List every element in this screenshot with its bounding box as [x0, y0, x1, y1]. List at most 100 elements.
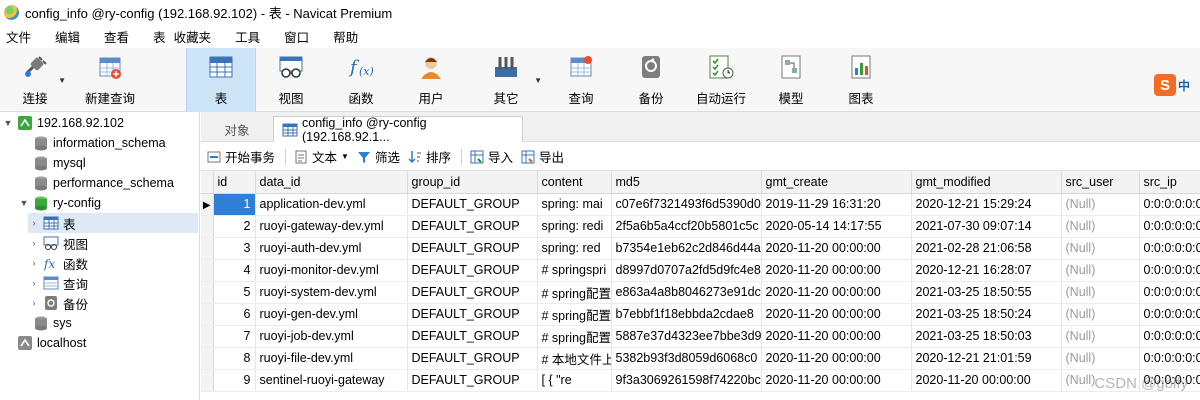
tree-server-192[interactable]: ▼ 192.168.92.102: [2, 113, 198, 133]
table-cell[interactable]: 2021-03-25 18:50:55: [911, 281, 1062, 304]
table-cell[interactable]: 2020-12-21 21:01:59: [911, 347, 1062, 370]
table-cell[interactable]: DEFAULT_GROUP: [407, 347, 538, 370]
table-cell[interactable]: # spring配置: [537, 325, 612, 348]
table-cell[interactable]: d8997d0707a2fd5d9fc4e8: [611, 259, 762, 282]
chevron-down-icon[interactable]: ▼: [58, 76, 66, 85]
row-selector[interactable]: [201, 215, 214, 238]
table-cell[interactable]: DEFAULT_GROUP: [407, 215, 538, 238]
menu-table[interactable]: 表: [153, 27, 166, 46]
table-cell[interactable]: 2021-03-25 18:50:24: [911, 303, 1062, 326]
table-cell[interactable]: ruoyi-job-dev.yml: [255, 325, 408, 348]
table-cell[interactable]: # springspri: [537, 259, 612, 282]
export-button[interactable]: 导出: [521, 147, 564, 166]
column-header-md5[interactable]: md5: [611, 171, 762, 194]
tree-db-information-schema[interactable]: information_schema: [18, 133, 166, 153]
table-cell[interactable]: ruoyi-system-dev.yml: [255, 281, 408, 304]
table-cell[interactable]: (Null): [1061, 325, 1140, 348]
table-cell[interactable]: 3: [213, 237, 256, 260]
table-row[interactable]: 4 ruoyi-monitor-dev.yml DEFAULT_GROUP # spr…: [201, 259, 1200, 282]
table-cell[interactable]: 0:0:0:0:0:0: [1139, 347, 1200, 370]
table-cell[interactable]: 2020-12-21 16:28:07: [911, 259, 1062, 282]
expand-arrow-icon[interactable]: ▼: [18, 198, 30, 208]
filter-button[interactable]: 筛选: [357, 147, 400, 166]
table-cell[interactable]: sentinel-ruoyi-gateway: [255, 369, 408, 392]
table-cell[interactable]: spring: mai: [537, 193, 612, 216]
model-button[interactable]: 模型: [756, 48, 826, 112]
other-button[interactable]: 其它 ▼: [466, 48, 546, 112]
table-row[interactable]: 3 ruoyi-auth-dev.yml DEFAULT_GROUP spring: …: [201, 237, 1200, 260]
table-cell[interactable]: ruoyi-auth-dev.yml: [255, 237, 408, 260]
table-cell[interactable]: 2: [213, 215, 256, 238]
function-button[interactable]: f (x) 函数: [326, 48, 396, 112]
new-query-button[interactable]: 新建查询: [70, 48, 150, 112]
current-row-pointer-icon[interactable]: ▶: [201, 193, 214, 216]
import-button[interactable]: 导入: [470, 147, 513, 166]
table-cell[interactable]: c07e6f7321493f6d5390d0: [611, 193, 762, 216]
table-cell[interactable]: (Null): [1061, 347, 1140, 370]
menu-tools[interactable]: 工具: [235, 27, 260, 46]
menu-file[interactable]: 文件: [6, 27, 31, 46]
table-cell[interactable]: (Null): [1061, 237, 1140, 260]
menu-help[interactable]: 帮助: [333, 27, 358, 46]
tree-node-views[interactable]: › 视图: [28, 233, 88, 253]
table-cell[interactable]: 0:0:0:0:0:0: [1139, 193, 1200, 216]
table-cell[interactable]: 2021-07-30 09:07:14: [911, 215, 1062, 238]
tree-server-localhost[interactable]: localhost: [2, 333, 86, 353]
column-header-content[interactable]: content: [537, 171, 612, 194]
table-cell[interactable]: 2020-11-20 00:00:00: [761, 303, 912, 326]
tab-config-info[interactable]: config_info @ry-config (192.168.92.1...: [273, 116, 523, 144]
column-header-data-id[interactable]: data_id: [255, 171, 408, 194]
table-cell[interactable]: 0:0:0:0:0:0: [1139, 281, 1200, 304]
text-button[interactable]: 文本 ▼: [294, 147, 349, 166]
table-cell[interactable]: DEFAULT_GROUP: [407, 237, 538, 260]
tree-node-tables[interactable]: › 表: [28, 213, 198, 233]
table-cell[interactable]: 2020-11-20 00:00:00: [761, 281, 912, 304]
table-cell[interactable]: DEFAULT_GROUP: [407, 281, 538, 304]
column-header-gmt-modified[interactable]: gmt_modified: [911, 171, 1062, 194]
table-cell[interactable]: ruoyi-file-dev.yml: [255, 347, 408, 370]
query-button[interactable]: 查询: [546, 48, 616, 112]
column-header-id[interactable]: id: [213, 171, 256, 194]
table-cell[interactable]: (Null): [1061, 193, 1140, 216]
backup-button[interactable]: 备份: [616, 48, 686, 112]
table-cell[interactable]: b7ebbf1f18ebbda2cdae8: [611, 303, 762, 326]
row-selector[interactable]: [201, 369, 214, 392]
table-cell[interactable]: 0:0:0:0:0:0: [1139, 237, 1200, 260]
row-selector[interactable]: [201, 237, 214, 260]
table-cell[interactable]: 9f3a3069261598f74220bc: [611, 369, 762, 392]
table-cell[interactable]: 4: [213, 259, 256, 282]
table-cell[interactable]: DEFAULT_GROUP: [407, 259, 538, 282]
tree-db-performance-schema[interactable]: performance_schema: [18, 173, 174, 193]
table-cell[interactable]: [ { "re: [537, 369, 612, 392]
table-cell[interactable]: # spring配置: [537, 281, 612, 304]
table-cell[interactable]: 2020-11-20 00:00:00: [761, 259, 912, 282]
row-selector[interactable]: [201, 281, 214, 304]
menu-edit[interactable]: 编辑: [55, 27, 80, 46]
column-header-group-id[interactable]: group_id: [407, 171, 538, 194]
table-cell[interactable]: (Null): [1061, 281, 1140, 304]
table-cell[interactable]: application-dev.yml: [255, 193, 408, 216]
table-cell[interactable]: 5: [213, 281, 256, 304]
row-selector[interactable]: [201, 347, 214, 370]
column-header-src-ip[interactable]: src_ip: [1139, 171, 1200, 194]
table-cell[interactable]: 2019-11-29 16:31:20: [761, 193, 912, 216]
chevron-right-icon[interactable]: ›: [28, 258, 40, 268]
tree-node-backups[interactable]: › 备份: [28, 293, 88, 313]
table-cell[interactable]: e863a4a8b8046273e91dc: [611, 281, 762, 304]
table-row[interactable]: 6 ruoyi-gen-dev.yml DEFAULT_GROUP # spring配…: [201, 303, 1200, 326]
menu-view[interactable]: 查看: [104, 27, 129, 46]
table-cell[interactable]: 2020-11-20 00:00:00: [911, 369, 1062, 392]
table-cell[interactable]: (Null): [1061, 215, 1140, 238]
table-row[interactable]: 9 sentinel-ruoyi-gateway DEFAULT_GROUP[ { …: [201, 369, 1200, 392]
table-cell[interactable]: 1: [213, 193, 256, 216]
table-cell[interactable]: 5382b93f3d8059d6068c0: [611, 347, 762, 370]
tree-db-ry-config[interactable]: ▼ ry-config: [18, 193, 101, 213]
begin-transaction-button[interactable]: 开始事务: [207, 147, 275, 166]
table-cell[interactable]: 2f5a6b5a4ccf20b5801c5c: [611, 215, 762, 238]
table-cell[interactable]: DEFAULT_GROUP: [407, 303, 538, 326]
chevron-right-icon[interactable]: ›: [28, 238, 40, 248]
table-cell[interactable]: ruoyi-gen-dev.yml: [255, 303, 408, 326]
table-cell[interactable]: b7354e1eb62c2d846d44a: [611, 237, 762, 260]
row-selector[interactable]: [201, 259, 214, 282]
row-selector[interactable]: [201, 325, 214, 348]
